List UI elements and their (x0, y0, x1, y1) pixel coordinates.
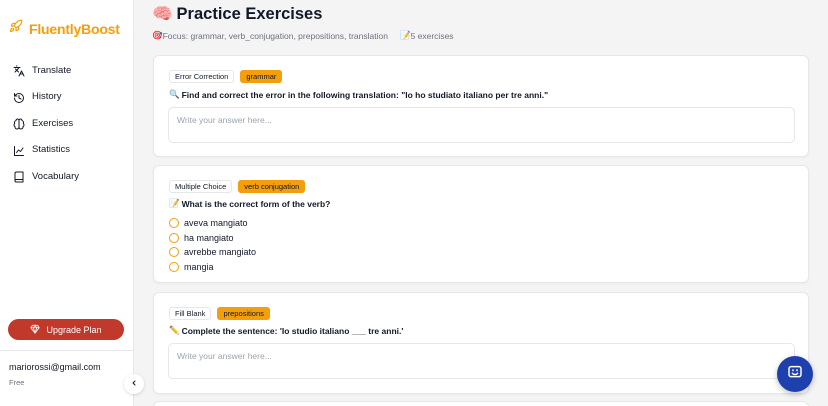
memo-icon: 📝 (399, 30, 411, 40)
main-content: 🧠 Practice Exercises 🎯 Focus: grammar, v… (134, 0, 828, 406)
exercise-tags: Error Correction grammar (169, 70, 283, 83)
exercise-category-badge: prepositions (217, 307, 270, 320)
choice-option-label: aveva mangiato (184, 218, 248, 229)
brain-icon (13, 117, 25, 130)
sidebar-item-label: Translate (32, 64, 72, 76)
choice-option-label: mangia (184, 261, 214, 272)
sidebar-nav: Translate History Exercises Statistics V… (0, 57, 134, 190)
exercise-category-badge: verb conjugation (238, 180, 306, 193)
exercise-card: Fill Blank prepositions ✏️ Complete the … (153, 292, 809, 394)
radio-button[interactable] (169, 261, 179, 272)
chat-support-button[interactable] (777, 356, 813, 392)
brand-name: FluentlyBoost (29, 20, 120, 37)
chart-line-icon (13, 144, 25, 156)
exercise-category-badge: grammar (240, 70, 283, 83)
choice-option-label: ha mangiato (184, 232, 234, 243)
diamond-icon (30, 324, 41, 336)
radio-button[interactable] (169, 247, 179, 258)
sidebar: FluentlyBoost Translate History Exercise… (0, 0, 144, 406)
sidebar-item-label: Statistics (32, 144, 71, 156)
sidebar-item-label: Vocabulary (32, 170, 80, 182)
brand[interactable]: FluentlyBoost (9, 19, 120, 38)
choice-option-label: avrebbe mangiato (184, 247, 257, 258)
exercise-tags: Multiple Choice verb conjugation (169, 180, 306, 193)
exercise-tags: Fill Blank prepositions (169, 307, 270, 320)
page-meta: 🎯 Focus: grammar, verb_conjugation, prep… (152, 30, 454, 41)
choice-option[interactable]: avrebbe mangiato (169, 245, 256, 260)
choice-option[interactable]: aveva mangiato (169, 216, 256, 231)
history-icon (13, 91, 25, 103)
exercise-type-badge: Error Correction (169, 70, 235, 83)
translate-icon (13, 64, 25, 77)
exercise-question-text: Find and correct the error in the follow… (181, 89, 549, 100)
exercise-question: 🔍 Find and correct the error in the foll… (169, 89, 548, 100)
target-icon: 🎯 (152, 30, 163, 40)
chat-icon (787, 364, 803, 385)
exercise-question: 📝 What is the correct form of the verb? (169, 198, 330, 209)
sidebar-item-translate[interactable]: Translate (0, 57, 134, 84)
exercise-type-badge: Fill Blank (169, 307, 212, 320)
choice-option[interactable]: mangia (169, 260, 256, 275)
rocket-icon (9, 19, 23, 38)
exercise-question: ✏️ Complete the sentence: 'Io studio ita… (169, 325, 403, 336)
focus-text: Focus: grammar, verb_conjugation, prepos… (162, 30, 388, 41)
sidebar-item-label: Exercises (32, 117, 74, 129)
choice-option[interactable]: ha mangiato (169, 231, 256, 246)
radio-button[interactable] (169, 218, 179, 229)
brain-emoji-icon: 🧠 (152, 5, 173, 23)
user-plan: Free (9, 378, 25, 387)
page-title-text: Practice Exercises (176, 5, 323, 23)
answer-input[interactable] (168, 343, 795, 379)
pencil-icon: ✏️ (169, 325, 180, 335)
sidebar-divider (0, 350, 134, 351)
exercise-count: 5 exercises (410, 30, 454, 41)
exercise-card: Multiple Choice verb conjugation 📝 What … (153, 165, 809, 283)
sidebar-item-statistics[interactable]: Statistics (0, 137, 134, 164)
page-title: 🧠 Practice Exercises (152, 5, 322, 24)
exercise-card: Error Correction grammar 🔍 Find and corr… (153, 55, 809, 157)
exercise-question-text: What is the correct form of the verb? (181, 198, 331, 209)
exercise-question-text: Complete the sentence: 'Io studio italia… (181, 325, 404, 336)
choice-options: aveva mangiato ha mangiato avrebbe mangi… (169, 216, 256, 274)
upgrade-plan-label: Upgrade Plan (46, 324, 102, 335)
sidebar-item-history[interactable]: History (0, 84, 134, 111)
exercise-card (153, 401, 809, 406)
sidebar-item-label: History (32, 91, 62, 103)
sidebar-item-vocabulary[interactable]: Vocabulary (0, 163, 134, 190)
radio-button[interactable] (169, 232, 179, 243)
magnifier-icon: 🔍 (169, 89, 180, 99)
sidebar-item-exercises[interactable]: Exercises (0, 110, 134, 137)
answer-input[interactable] (168, 107, 795, 143)
upgrade-plan-button[interactable]: Upgrade Plan (8, 319, 124, 340)
memo-icon: 📝 (169, 198, 180, 208)
book-icon (13, 170, 25, 183)
user-email: mariorossi@gmail.com (9, 362, 101, 372)
exercise-type-badge: Multiple Choice (169, 180, 233, 193)
